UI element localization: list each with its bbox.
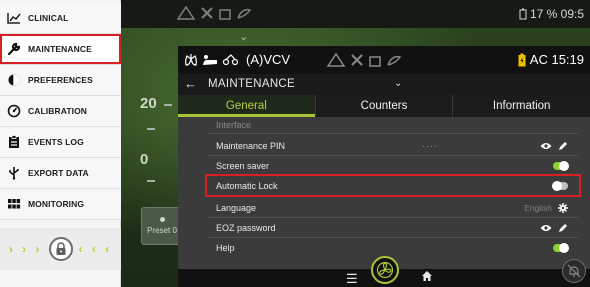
status-icons-group: [176, 5, 252, 20]
background-status-icons: [176, 4, 260, 27]
help-toggle[interactable]: [553, 243, 569, 253]
chevron-down-icon[interactable]: ⌄: [394, 78, 402, 89]
eye-icon[interactable]: [540, 142, 552, 150]
gauge-tick: [147, 180, 155, 182]
toggle-knob: [559, 160, 569, 171]
lock-chevrons-left: › › ›: [8, 242, 43, 256]
maintenance-panel: (A)VCV AC 15:19 ← MAINTENANCE ⌄ General …: [178, 46, 590, 287]
grid-icon: [0, 198, 28, 210]
gauge-number-top: 20: [140, 95, 157, 112]
row-screen-saver[interactable]: Screen saver: [208, 156, 578, 176]
tab-general[interactable]: General: [178, 95, 316, 117]
row-label: Interface: [216, 120, 252, 130]
row-label: Screen saver: [216, 160, 270, 171]
title-bar: ← MAINTENANCE ⌄: [178, 74, 590, 95]
lungs-icon: [185, 53, 197, 66]
settings-list: Interface Maintenance PIN ···· Screen sa…: [178, 117, 590, 269]
tab-counters[interactable]: Counters: [316, 95, 454, 117]
menu-item-events-log[interactable]: EVENTS LOG: [0, 127, 121, 158]
menu-item-label: CLINICAL: [28, 13, 69, 23]
row-label: Maintenance PIN: [216, 140, 286, 151]
clipboard-icon: [0, 135, 28, 149]
row-label: Language: [216, 202, 257, 213]
pencil-icon[interactable]: [558, 223, 568, 233]
language-value: English: [524, 202, 552, 213]
battery-icon: [519, 8, 527, 20]
toggle-knob: [552, 180, 562, 191]
background-chevron-down-icon: ⌄: [239, 31, 249, 43]
battery-charging-icon: [518, 53, 526, 66]
menu-item-label: EVENTS LOG: [28, 137, 84, 147]
row-label: Help: [216, 243, 235, 253]
alarm-silence-icon[interactable]: [562, 259, 586, 283]
menu-item-export-data[interactable]: EXPORT DATA: [0, 158, 121, 189]
row-help[interactable]: Help: [208, 238, 578, 258]
preset-label: Preset 0: [147, 226, 177, 235]
preset-indicator-dot: [159, 217, 165, 222]
ventilation-mode: (A)VCV: [246, 52, 291, 67]
menu-item-label: EXPORT DATA: [28, 168, 89, 178]
pin-mask: ····: [422, 140, 438, 151]
menu-item-label: CALIBRATION: [28, 106, 88, 116]
menu-item-preferences[interactable]: PREFERENCES: [0, 65, 121, 96]
eye-icon[interactable]: [540, 224, 552, 232]
gauge-tick: [147, 128, 155, 130]
calibration-icon: [0, 104, 28, 118]
tab-label: General: [225, 100, 267, 112]
row-maintenance-pin[interactable]: Maintenance PIN ····: [208, 136, 578, 156]
lock-chevrons-right: ‹ ‹ ‹: [78, 242, 113, 256]
tab-label: Counters: [360, 100, 408, 112]
gear-icon[interactable]: [558, 202, 568, 213]
menu-item-monitoring[interactable]: MONITORING: [0, 189, 121, 220]
menu-item-label: MAINTENANCE: [28, 44, 92, 54]
background-status-bar: 17 % 09:5: [121, 0, 590, 28]
row-label: Automatic Lock: [216, 180, 278, 191]
lock-icon[interactable]: [48, 237, 73, 261]
circuit-icon: [222, 53, 239, 65]
status-icons: [326, 51, 408, 73]
row-eoz-password[interactable]: EOZ password: [208, 218, 578, 238]
menu-item-maintenance[interactable]: MAINTENANCE: [0, 34, 121, 65]
line-chart-icon: [0, 12, 28, 24]
screen-saver-toggle[interactable]: [553, 160, 569, 171]
status-bar: (A)VCV AC 15:19: [178, 46, 590, 74]
menu-item-label: MONITORING: [28, 199, 85, 209]
hamburger-menu-icon[interactable]: ☰: [346, 271, 358, 287]
back-arrow-icon[interactable]: ←: [184, 76, 197, 91]
tab-information[interactable]: Information: [453, 95, 590, 117]
patient-icon: [203, 54, 217, 65]
pencil-icon[interactable]: [558, 141, 568, 151]
automatic-lock-toggle[interactable]: [552, 180, 568, 191]
tab-bar: General Counters Information: [178, 95, 590, 117]
menu-item-clinical[interactable]: CLINICAL: [0, 3, 121, 34]
gauge-tick: [164, 104, 172, 106]
page-title: MAINTENANCE: [208, 78, 296, 90]
lock-slider[interactable]: › › › ‹ ‹ ‹: [0, 228, 121, 270]
gauge-number-bottom: 0: [140, 151, 149, 168]
row-automatic-lock[interactable]: Automatic Lock: [205, 174, 581, 197]
usb-icon: [0, 166, 28, 180]
tab-label: Information: [492, 100, 551, 112]
row-language[interactable]: Language English: [208, 198, 578, 218]
status-icons-group: [326, 52, 402, 67]
left-menu: CLINICAL MAINTENANCE PREFERENCES CALIBRA…: [0, 0, 121, 287]
toggle-knob: [559, 243, 569, 253]
menu-item-label: PREFERENCES: [28, 75, 93, 85]
fan-icon[interactable]: [371, 256, 399, 284]
wrench-icon: [0, 42, 28, 56]
preset-button[interactable]: Preset 0: [141, 207, 183, 245]
power-status: AC 15:19: [529, 52, 584, 67]
row-label: EOZ password: [216, 222, 276, 233]
background-status-text: 17 % 09:5: [529, 7, 584, 21]
home-icon[interactable]: [421, 270, 433, 285]
menu-item-calibration[interactable]: CALIBRATION: [0, 96, 121, 127]
preferences-icon: [0, 73, 28, 87]
section-header-interface: Interface: [208, 117, 578, 134]
